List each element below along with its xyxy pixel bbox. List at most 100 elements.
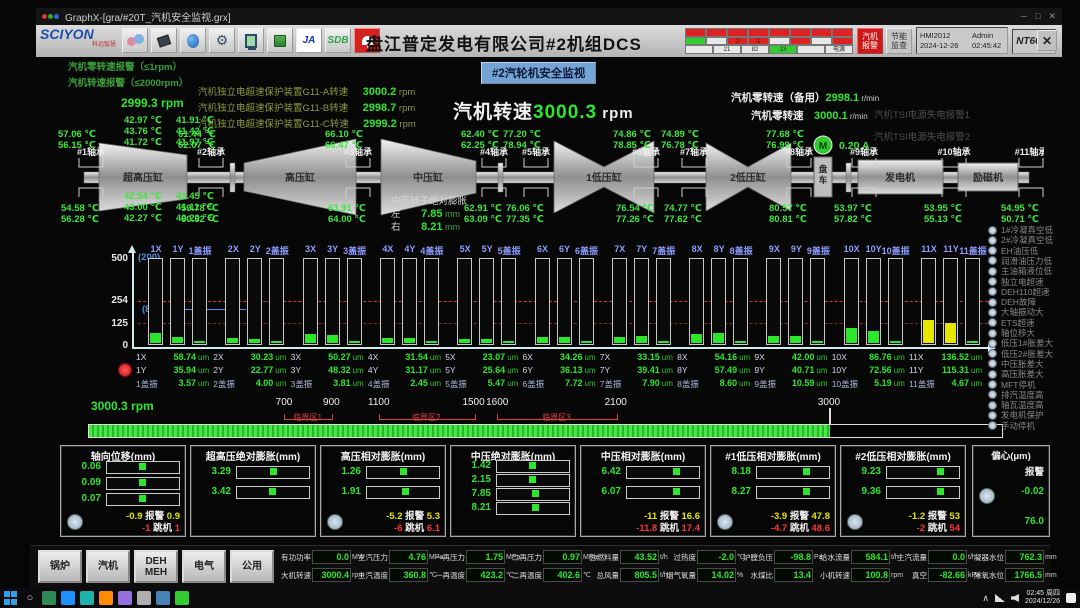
turbine-alarm-button-line: 报警 xyxy=(858,41,882,50)
close-window-button[interactable]: ✕ xyxy=(1048,11,1056,22)
nav-button-公用[interactable]: 公用 xyxy=(230,550,274,583)
panel-7: #2低压相对膨胀(mm)9.239.36-1.2 报警 53-2 跳机 54 xyxy=(840,445,966,537)
vibration-table-label: 3盖振 xyxy=(291,378,313,390)
alarm-grid-cell[interactable] xyxy=(706,37,727,46)
services-icon[interactable] xyxy=(180,28,206,53)
volume-icon[interactable] xyxy=(1011,594,1019,602)
alarm-grid-cell[interactable]: 13 xyxy=(769,45,797,54)
vibration-bar xyxy=(457,258,472,345)
keyboard-icon[interactable] xyxy=(151,28,177,53)
vibration-bar-label: 8盖振 xyxy=(723,244,759,257)
taskbar-clock[interactable]: 02:45 周四2024/12/26 xyxy=(1025,590,1060,606)
alarm-grid-cell[interactable] xyxy=(790,28,811,37)
vibration-table-value: 23.07 xyxy=(467,352,505,362)
hmi-info-box: HMI2012 Admin 2024-12-26 02:45:42 xyxy=(916,27,1008,54)
nav-button-电气[interactable]: 电气 xyxy=(182,550,226,583)
page-title-tab: #2汽轮机安全监视 xyxy=(481,62,596,84)
vibration-table-value: 36.13 xyxy=(545,365,583,375)
vibration-bar xyxy=(402,258,417,345)
alarm-grid-cell[interactable] xyxy=(727,28,748,37)
network-icon[interactable] xyxy=(995,594,1005,602)
alarm-grid-cell[interactable] xyxy=(811,28,832,37)
tray-chevron-up-icon[interactable]: ∧ xyxy=(982,593,989,604)
eccentric-title: 偏心(μm) xyxy=(973,448,1049,462)
vibration-bar xyxy=(766,258,781,345)
app-icon[interactable] xyxy=(61,591,75,605)
alarm-grid-cell[interactable] xyxy=(685,45,713,54)
app-icon[interactable] xyxy=(137,591,151,605)
app-icon[interactable] xyxy=(99,591,113,605)
app-icon[interactable] xyxy=(175,591,189,605)
sdb-icon[interactable]: SDB xyxy=(325,28,351,53)
vibration-table-label: 6盖振 xyxy=(523,378,545,390)
ja-icon[interactable]: JA xyxy=(296,28,322,53)
folder-icon[interactable] xyxy=(267,28,293,53)
mp-exp-title: 中压转子绝对膨胀 xyxy=(391,195,467,208)
vibration-table-unit: um xyxy=(971,353,982,362)
bearing-temps-top: 74.86 ℃78.85 ℃ xyxy=(613,129,651,151)
vibration-table-unit: um xyxy=(816,353,827,362)
temp-line: 62.91 ℃ xyxy=(464,203,502,214)
temp-line: 78.94 ℃ xyxy=(503,140,541,151)
notification-icon[interactable] xyxy=(1066,593,1076,603)
uhp-temps-top-right: 41.91 ℃41.42 ℃41.97 ℃ xyxy=(176,115,214,148)
nav-button-锅炉[interactable]: 锅炉 xyxy=(38,550,82,583)
g11-label: 汽机独立电超速保护装置G11-B转速 xyxy=(198,103,348,114)
start-icon[interactable] xyxy=(4,591,18,605)
vibration-bar xyxy=(501,258,516,345)
alarm-grid-cell[interactable] xyxy=(811,37,832,46)
monitor-view-button[interactable]: 节能监查 xyxy=(886,28,912,54)
alarm-grid-cell[interactable] xyxy=(790,37,811,46)
panel-value: 6.42 xyxy=(585,466,621,477)
alarm-grid-cell[interactable]: 82 xyxy=(741,45,769,54)
panel-bar xyxy=(756,486,830,499)
g11-unit: rpm xyxy=(396,103,415,114)
app-icon[interactable] xyxy=(80,591,94,605)
users-icon[interactable] xyxy=(122,28,148,53)
minimize-button[interactable]: ─ xyxy=(1021,11,1027,22)
alarm-grid-cell[interactable] xyxy=(706,28,727,37)
alarm-grid-cell[interactable] xyxy=(832,37,853,46)
app-icon[interactable] xyxy=(118,591,132,605)
panel-bar-tick xyxy=(532,504,539,511)
vibration-bar xyxy=(424,258,439,345)
panel-value: 7.85 xyxy=(455,488,491,499)
app-icon[interactable] xyxy=(156,591,170,605)
nav-button-DEH[interactable]: DEHMEH xyxy=(134,550,178,583)
search-icon[interactable]: ○ xyxy=(23,591,37,605)
alarm-grid-cell[interactable] xyxy=(748,28,769,37)
nav-button-汽机[interactable]: 汽机 xyxy=(86,550,130,583)
alarm-grid-cell[interactable] xyxy=(769,37,790,46)
machine-gear-icon[interactable]: ⚙ xyxy=(209,28,235,53)
alarm-grid-cell[interactable] xyxy=(685,37,706,46)
close-button[interactable]: ✕ xyxy=(1037,30,1057,51)
alarm-grid-cell[interactable]: 1 xyxy=(748,37,769,46)
param-value: 14.02 xyxy=(697,568,736,582)
ramp-tick: 700 xyxy=(276,397,293,408)
alarm-grid-cell[interactable]: 电源 xyxy=(825,45,853,54)
alarm-grid-cell[interactable] xyxy=(797,45,825,54)
display-icon[interactable] xyxy=(238,28,264,53)
alarm-grid-cell[interactable] xyxy=(832,28,853,37)
app-icon[interactable] xyxy=(42,591,56,605)
temp-line: 40.20 ℃ xyxy=(176,213,214,224)
turbine-alarm-button[interactable]: 汽机报警 xyxy=(857,28,883,54)
bearing-bracket xyxy=(682,158,706,167)
alarm-grid-cell[interactable] xyxy=(685,28,706,37)
taskbar-date: 2024/12/26 xyxy=(1025,598,1060,606)
ramp-progress-fill xyxy=(89,425,830,437)
generator-label: 发电机 xyxy=(884,171,915,184)
vibration-table-value: 10.59 xyxy=(776,378,814,388)
vibration-table-unit: um xyxy=(585,366,596,375)
bearing-bracket xyxy=(524,188,548,197)
vibration-table-value: 5.19 xyxy=(854,378,892,388)
monitor-view-button-line: 监查 xyxy=(887,41,911,50)
panel-value: 3.29 xyxy=(195,466,231,477)
alarm-grid-cell[interactable]: 21 xyxy=(713,45,741,54)
maximize-button[interactable]: □ xyxy=(1035,11,1040,22)
alarm-grid-cell[interactable]: 2 xyxy=(727,37,748,46)
taskbar-time: 02:45 周四 xyxy=(1025,590,1060,598)
vibration-table-value: 115.31 xyxy=(931,365,969,375)
bearing-temps-top: 62.40 ℃62.25 ℃ xyxy=(461,129,499,151)
alarm-grid-cell[interactable] xyxy=(769,28,790,37)
